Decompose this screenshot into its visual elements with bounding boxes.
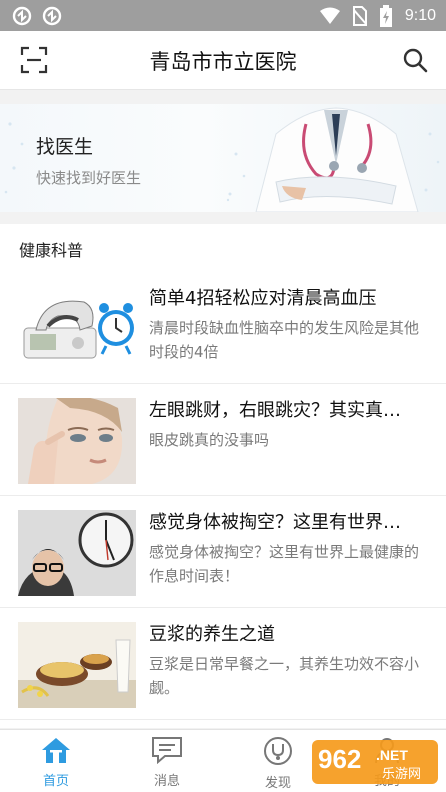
sync-icon <box>12 6 32 26</box>
svg-text:.NET: .NET <box>376 747 408 763</box>
svg-text:乐游网: 乐游网 <box>382 767 421 782</box>
bottom-tab-bar: 首页 消息 发现 我的 962 .NET 乐游网 <box>0 729 446 792</box>
tab-messages[interactable]: 消息 <box>132 736 202 789</box>
message-icon <box>152 737 182 765</box>
article-item[interactable]: 左眼跳财，右眼跳灾？其实真… 眼皮跳真的没事吗 <box>0 384 446 496</box>
wifi-icon <box>319 7 340 24</box>
article-thumbnail <box>18 286 136 372</box>
article-item[interactable]: 感觉身体被掏空？这里有世界… 感觉身体被掏空？这里有世界上最健康的作息时间表！ <box>0 496 446 608</box>
svg-text:962: 962 <box>318 744 361 774</box>
article-item[interactable]: 豆浆的养生之道 豆浆是日常早餐之一，其养生功效不容小觑。 <box>0 608 446 720</box>
article-summary: 眼皮跳真的没事吗 <box>149 431 270 449</box>
status-bar: 9:10 <box>0 0 446 31</box>
article-summary: 感觉身体被掏空？这里有世界上最健康的作息时间表！ <box>149 543 420 585</box>
app-header: 青岛市市立医院 <box>0 31 446 90</box>
article-summary: 清晨时段缺血性脑卒中的发生风险是其他时段的4倍 <box>149 319 420 361</box>
tab-discover[interactable]: 发现 <box>243 736 313 791</box>
sync-icon <box>42 6 62 26</box>
banner-title: 找医生 <box>36 136 94 158</box>
no-sim-icon <box>352 6 367 26</box>
site-watermark-logo: 962 .NET 乐游网 <box>312 740 438 784</box>
battery-charging-icon <box>379 5 392 27</box>
article-title: 豆浆的养生之道 <box>149 624 275 645</box>
article-summary: 豆浆是日常早餐之一，其养生功效不容小觑。 <box>149 655 420 697</box>
find-doctor-banner[interactable]: 找医生 快速找到好医生 <box>0 104 446 212</box>
article-thumbnail <box>18 622 136 708</box>
article-title: 感觉身体被掏空？这里有世界… <box>149 512 401 533</box>
article-thumbnail <box>18 510 136 596</box>
health-section: 健康科普 简单4招轻松应对清晨高血压 清晨时段缺血性脑卒中的发生风险是其他时段的… <box>0 224 446 728</box>
clock: 9:10 <box>404 7 436 24</box>
article-item[interactable]: 简单4招轻松应对清晨高血压 清晨时段缺血性脑卒中的发生风险是其他时段的4倍 <box>0 272 446 384</box>
page-title: 青岛市市立医院 <box>149 50 297 74</box>
search-icon[interactable] <box>402 47 428 73</box>
tab-home[interactable]: 首页 <box>21 736 91 789</box>
article-thumbnail <box>18 398 136 484</box>
stethoscope-icon <box>264 737 292 765</box>
article-title: 简单4招轻松应对清晨高血压 <box>149 288 377 309</box>
doctor-illustration <box>255 107 419 212</box>
section-heading: 健康科普 <box>19 241 84 260</box>
banner-subtitle: 快速找到好医生 <box>36 169 142 187</box>
tab-label: 消息 <box>153 774 180 789</box>
home-icon <box>42 738 70 763</box>
tab-label: 发现 <box>264 776 291 791</box>
tab-label: 首页 <box>42 774 69 789</box>
article-title: 左眼跳财，右眼跳灾？其实真… <box>149 400 401 421</box>
